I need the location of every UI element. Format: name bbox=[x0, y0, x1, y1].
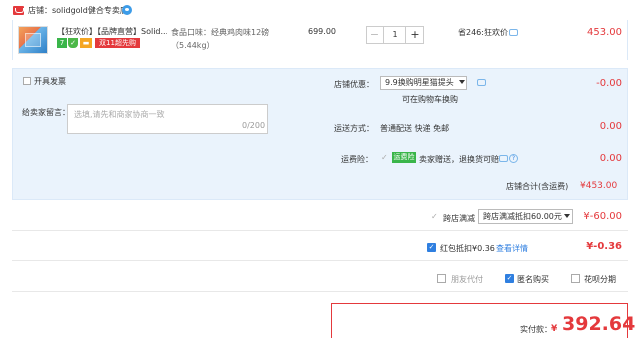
payment-label: 实付款： bbox=[520, 325, 552, 334]
insurance-description: 卖家赠送，退换货可赔 bbox=[419, 155, 499, 164]
red-packet-row bbox=[12, 235, 628, 261]
red-packet-label: 红包抵扣¥0.36 bbox=[440, 244, 495, 253]
invoice-checkbox[interactable] bbox=[23, 77, 31, 85]
store-total-amount: ¥453.00 bbox=[580, 181, 618, 191]
store-icon bbox=[13, 6, 24, 15]
seller-message-placeholder: 选填,请先和商家协商一致 bbox=[74, 110, 165, 119]
item-promotion-text: 省246:狂欢价 bbox=[458, 28, 508, 37]
shipping-insurance-label: 运费险： bbox=[341, 155, 373, 164]
payment-currency: ¥ bbox=[551, 324, 558, 334]
shipping-method: 普通配送 快递 免邮 bbox=[380, 124, 450, 133]
shipping-label: 运送方式： bbox=[334, 124, 374, 133]
payment-amount: 392.64 bbox=[562, 313, 636, 335]
store-coupon-select[interactable]: 9.9换购明星猫提头 bbox=[380, 76, 467, 90]
red-packet-details-link[interactable]: 查看详情 bbox=[496, 243, 528, 254]
item-total-price: 453.00 bbox=[587, 27, 622, 38]
store-name-link[interactable]: 店铺：solidgold健合专卖店 bbox=[28, 5, 128, 16]
quantity-increase-button[interactable]: + bbox=[405, 26, 424, 44]
product-title-link[interactable]: 【狂欢价】【品牌直营】Solid... bbox=[57, 26, 167, 37]
anonymous-purchase-label[interactable]: 匿名购买 bbox=[517, 274, 549, 285]
promotion-note-icon[interactable] bbox=[509, 29, 518, 36]
coupon-note-icon[interactable] bbox=[477, 79, 486, 86]
anonymous-purchase-checkbox[interactable]: ✓ bbox=[505, 274, 514, 283]
quantity-input[interactable]: 1 bbox=[385, 26, 405, 44]
unit-price: 699.00 bbox=[308, 27, 336, 36]
store-coupon-label: 店铺优惠： bbox=[334, 80, 374, 89]
store-total-label: 店铺合计(含运费) bbox=[506, 182, 569, 191]
seven-day-return-icon: 7 bbox=[57, 38, 67, 48]
cross-store-amount: ¥-60.00 bbox=[583, 211, 622, 222]
credit-card-icon: ▬ bbox=[80, 38, 92, 48]
guarantee-shield-icon: ✓ bbox=[68, 38, 78, 48]
seller-message-label: 给卖家留言： bbox=[22, 108, 70, 117]
invoice-label[interactable]: 开具发票 bbox=[34, 76, 66, 87]
product-sku-info: 食品口味：经典鸡肉味12磅（5.44kg） bbox=[171, 28, 270, 50]
chat-icon[interactable] bbox=[122, 5, 132, 15]
insurance-amount: 0.00 bbox=[599, 153, 622, 164]
installment-label[interactable]: 花呗分期 bbox=[584, 274, 616, 285]
insurance-checkbox: ✓ bbox=[381, 153, 388, 162]
cross-store-checkbox[interactable]: ✓ bbox=[431, 213, 439, 221]
cross-store-select[interactable]: 跨店满减抵扣60.00元 bbox=[478, 209, 573, 224]
coupon-amount: -0.00 bbox=[596, 78, 622, 89]
insurance-badge: 运费险 bbox=[392, 152, 416, 163]
red-packet-amount: ¥-0.36 bbox=[586, 241, 622, 252]
shipping-amount: 0.00 bbox=[599, 121, 622, 132]
double11-promo-badge: 双11超先购 bbox=[95, 38, 140, 48]
installment-checkbox[interactable] bbox=[571, 274, 580, 283]
friend-pay-label[interactable]: 朋友代付 bbox=[451, 274, 483, 285]
product-thumbnail[interactable] bbox=[18, 26, 48, 54]
insurance-note-icon[interactable] bbox=[499, 155, 508, 162]
red-packet-checkbox[interactable]: ✓ bbox=[427, 243, 436, 252]
coupon-hint: 可在购物车换购 bbox=[402, 95, 458, 104]
cross-store-label: 跨店满减 bbox=[443, 214, 475, 223]
seller-message-counter: 0/200 bbox=[242, 121, 266, 130]
quantity-decrease-button[interactable]: − bbox=[366, 26, 384, 44]
friend-pay-checkbox[interactable] bbox=[437, 274, 446, 283]
help-icon[interactable]: ? bbox=[509, 154, 518, 163]
chevron-down-icon[interactable] bbox=[459, 80, 465, 84]
